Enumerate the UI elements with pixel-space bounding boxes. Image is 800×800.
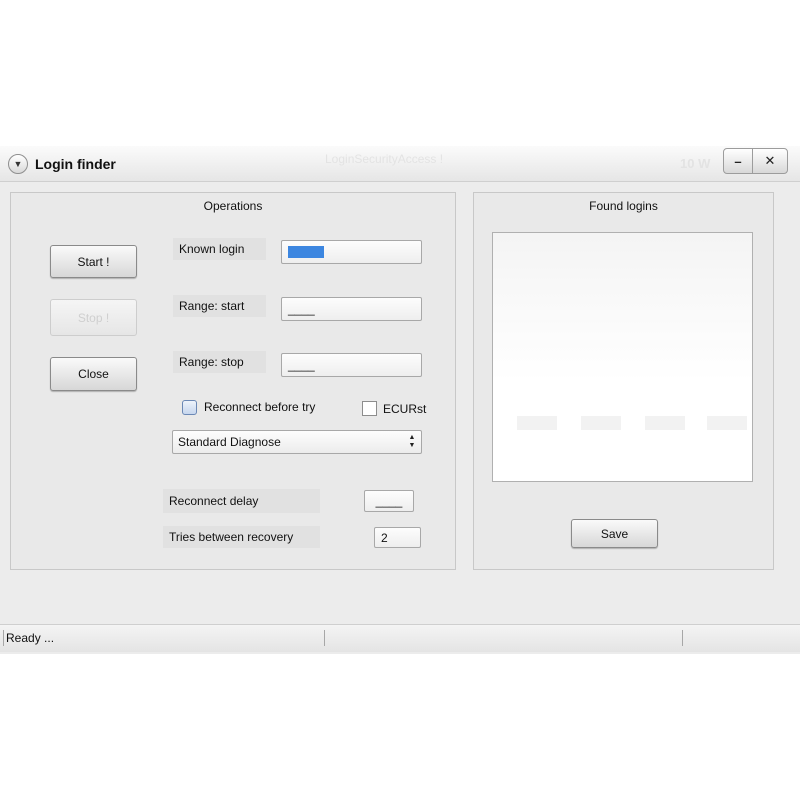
title-bar[interactable]: ▼ Login finder LoginSecurityAccess ! 10 … (0, 146, 800, 182)
selected-text-highlight (288, 246, 324, 258)
close-button[interactable]: Close (50, 357, 137, 391)
list-cell (581, 416, 621, 430)
list-cell (645, 416, 685, 430)
range-stop-field[interactable]: ____ (281, 353, 422, 377)
ecurst-checkbox[interactable] (362, 401, 377, 416)
chevron-down-icon: ▼ (13, 159, 23, 169)
status-text: Ready ... (6, 631, 55, 645)
reconnect-label: Reconnect before try (204, 400, 316, 414)
status-separator (324, 630, 325, 646)
close-icon: ✕ (764, 153, 776, 168)
list-cell (517, 416, 557, 430)
window-menu-button[interactable]: ▼ (8, 154, 28, 174)
reconnect-checkbox[interactable] (182, 400, 197, 415)
minimize-icon: – (734, 153, 742, 169)
diagnose-mode-select[interactable]: Standard Diagnose ▲ ▼ (172, 430, 422, 454)
close-window-button[interactable]: ✕ (752, 148, 788, 174)
minimize-button[interactable]: – (723, 148, 753, 174)
ecurst-label: ECURst (383, 402, 427, 416)
window-title: Login finder (35, 156, 116, 172)
status-bar: Ready ... (0, 624, 800, 652)
operations-title: Operations (203, 199, 263, 213)
stop-button[interactable]: Stop ! (50, 299, 137, 336)
found-logins-title: Found logins (589, 199, 658, 213)
background-window-text: 10 W (680, 156, 711, 171)
range-start-field[interactable]: ____ (281, 297, 422, 321)
status-separator (682, 630, 683, 646)
known-login-field[interactable] (281, 240, 422, 264)
reconnect-delay-label: Reconnect delay (163, 489, 320, 513)
range-start-label: Range: start (173, 295, 266, 317)
range-stop-label: Range: stop (173, 351, 266, 373)
status-separator (3, 630, 4, 646)
save-button[interactable]: Save (571, 519, 658, 548)
start-button[interactable]: Start ! (50, 245, 137, 278)
known-login-label: Known login (173, 238, 266, 260)
reconnect-delay-field[interactable]: ____ (364, 490, 414, 512)
background-window-title: LoginSecurityAccess ! (325, 152, 444, 166)
operations-panel: Operations Start ! Stop ! Close Known lo… (10, 192, 456, 570)
list-cell (707, 416, 747, 430)
updown-arrows-icon: ▲ ▼ (408, 434, 416, 449)
found-logins-list[interactable] (492, 232, 753, 482)
tries-between-recovery-label: Tries between recovery (163, 526, 320, 548)
diagnose-mode-value: Standard Diagnose (178, 435, 281, 449)
login-finder-window: ▼ Login finder LoginSecurityAccess ! 10 … (0, 146, 800, 654)
found-logins-panel: Found logins Save (473, 192, 774, 570)
tries-between-recovery-field[interactable]: 2 (374, 527, 421, 548)
